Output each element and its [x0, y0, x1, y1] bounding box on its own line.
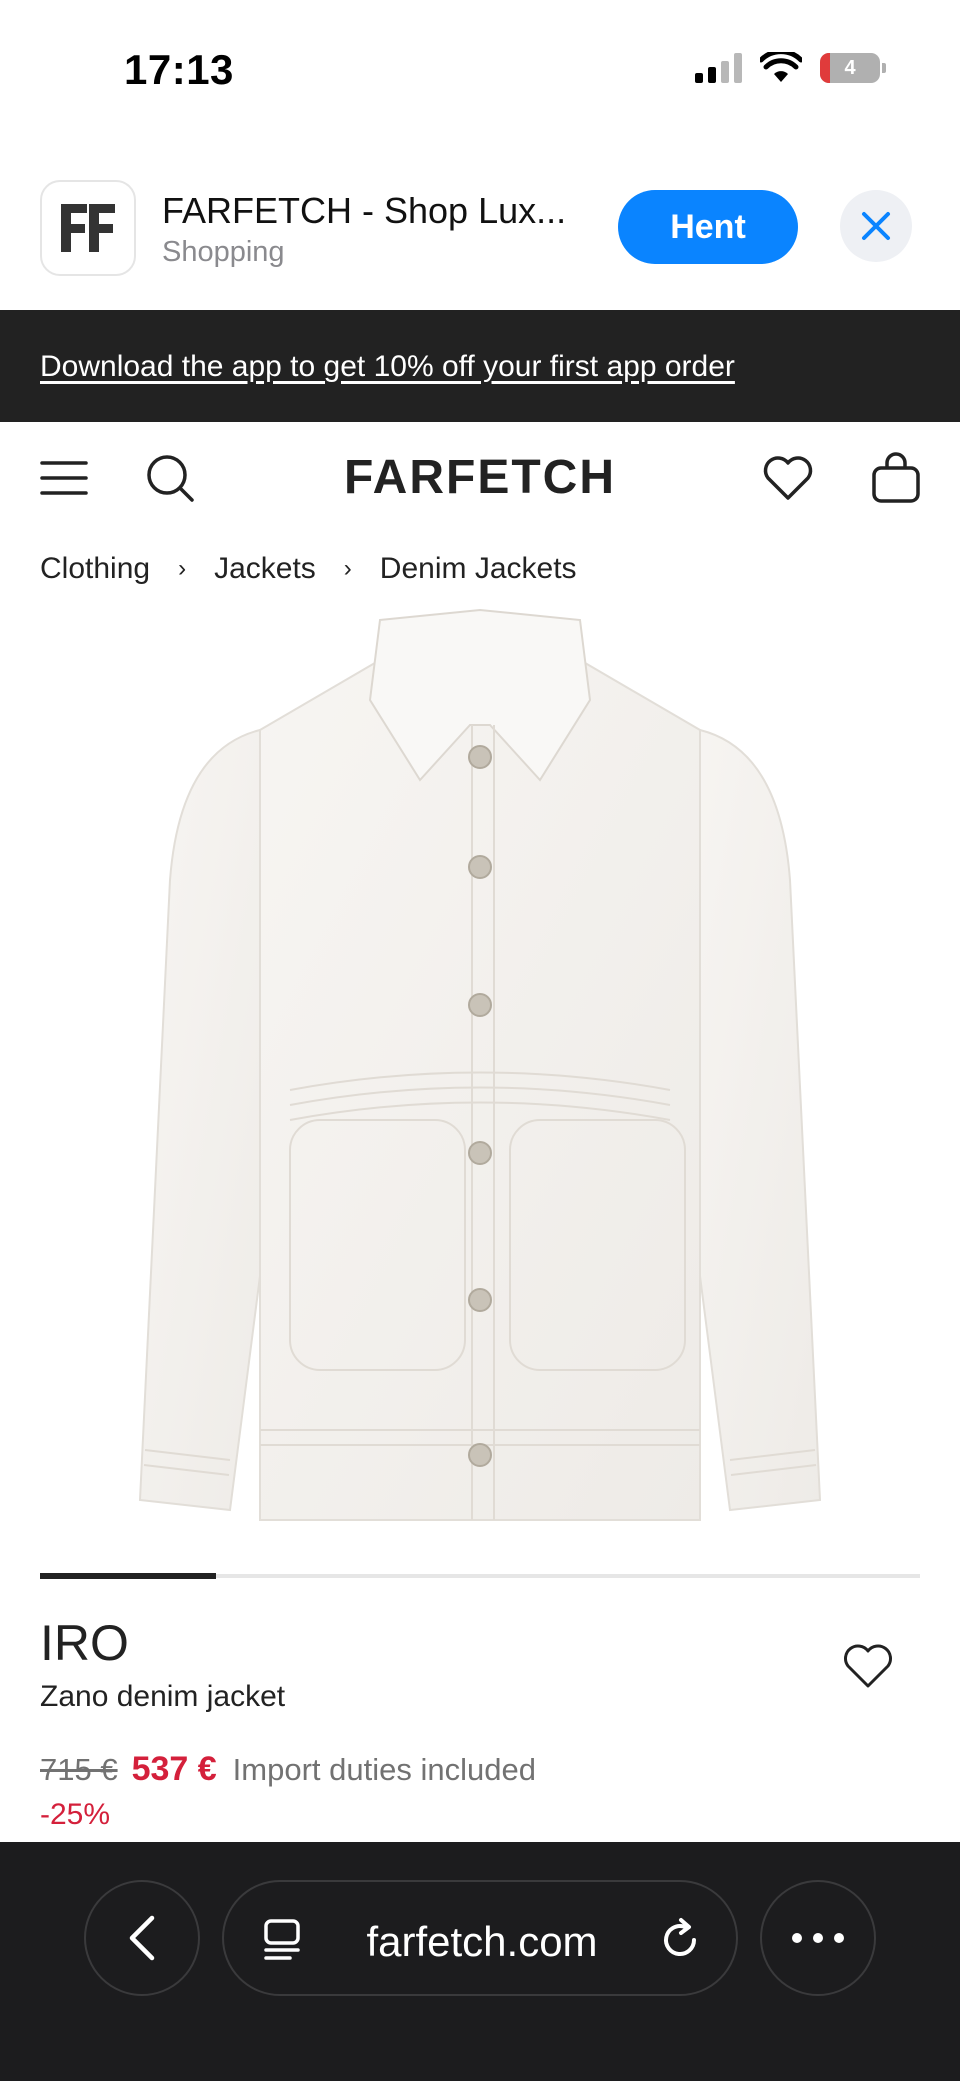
sale-price: 537 €	[131, 1750, 217, 1788]
original-price: 715 €	[40, 1752, 118, 1787]
promo-download-link[interactable]: Download the app to get 10% off your fir…	[40, 350, 735, 384]
breadcrumb-separator: ›	[343, 555, 352, 582]
back-button[interactable]	[84, 1880, 200, 1996]
image-carousel-indicator[interactable]	[40, 1573, 920, 1579]
wishlist-button[interactable]	[760, 450, 816, 506]
cellular-signal-icon	[695, 53, 742, 83]
bag-button[interactable]	[868, 450, 924, 506]
import-duties-note: Import duties included	[232, 1752, 536, 1787]
bag-icon	[872, 452, 920, 503]
price-row: 715 € 537 € Import duties included	[40, 1750, 536, 1789]
chevron-left-icon	[129, 1915, 155, 1961]
breadcrumb-denim-jackets[interactable]: Denim Jackets	[380, 552, 577, 586]
battery-icon: 4	[820, 53, 886, 83]
reload-icon[interactable]	[656, 1916, 704, 1964]
carousel-active-segment	[40, 1573, 216, 1579]
product-name: Zano denim jacket	[40, 1680, 286, 1713]
wifi-icon	[760, 52, 802, 82]
heart-icon	[844, 1644, 892, 1688]
app-banner-category: Shopping	[162, 236, 285, 268]
heart-icon	[763, 456, 813, 500]
app-banner-title: FARFETCH - Shop Lux...	[162, 190, 567, 231]
discount-badge: -25%	[40, 1798, 111, 1831]
more-icon	[792, 1933, 844, 1943]
farfetch-logo[interactable]: FARFETCH	[0, 450, 960, 505]
product-brand[interactable]: IRO	[40, 1614, 129, 1672]
farfetch-app-icon	[40, 180, 136, 276]
address-bar[interactable]: farfetch.com	[222, 1880, 738, 1996]
promo-strip: Download the app to get 10% off your fir…	[0, 310, 960, 422]
status-time: 17:13	[124, 46, 234, 93]
app-install-banner: FARFETCH - Shop Lux... Shopping Hent	[0, 170, 960, 310]
close-icon	[862, 212, 890, 240]
close-banner-button[interactable]	[840, 190, 912, 262]
breadcrumb-separator: ›	[178, 555, 187, 582]
battery-level: 4	[844, 56, 856, 79]
status-icons: 4	[695, 52, 886, 84]
breadcrumb-clothing[interactable]: Clothing	[40, 552, 150, 586]
breadcrumb-jackets[interactable]: Jackets	[214, 552, 316, 586]
breadcrumb: Clothing › Jackets › Denim Jackets	[40, 552, 577, 586]
product-image[interactable]	[120, 600, 840, 1540]
add-to-wishlist-button[interactable]	[836, 1634, 900, 1698]
browser-toolbar: farfetch.com	[0, 1842, 960, 2081]
status-bar: 17:13 4	[0, 0, 960, 140]
get-app-button[interactable]: Hent	[618, 190, 798, 264]
more-options-button[interactable]	[760, 1880, 876, 1996]
site-header: FARFETCH	[0, 422, 960, 532]
